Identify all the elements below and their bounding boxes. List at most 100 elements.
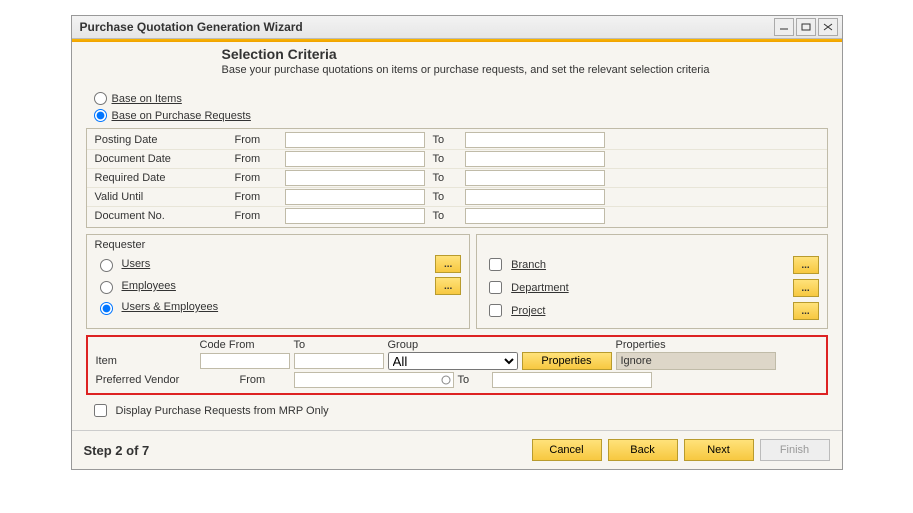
close-button[interactable] bbox=[818, 18, 838, 36]
base-on-requests-radio[interactable] bbox=[94, 109, 107, 122]
from-label: From bbox=[235, 172, 285, 184]
to-label: To bbox=[425, 172, 465, 184]
from-label: From bbox=[235, 191, 285, 203]
from-label: From bbox=[235, 134, 285, 146]
base-on-items-label: Base on Items bbox=[112, 93, 182, 105]
to-label: To bbox=[425, 191, 465, 203]
row-posting-date: Posting Date From To bbox=[87, 131, 827, 150]
header-section: Selection Criteria Base your purchase qu… bbox=[72, 42, 842, 86]
page-subtitle: Base your purchase quotations on items o… bbox=[222, 64, 742, 76]
requester-panel: Requester Users ... Employees ... Users … bbox=[86, 234, 471, 329]
requester-users-row[interactable]: Users ... bbox=[95, 253, 462, 275]
branch-picker[interactable]: ... bbox=[793, 256, 819, 274]
finish-button: Finish bbox=[760, 439, 830, 461]
wizard-window: Purchase Quotation Generation Wizard Sel… bbox=[71, 15, 843, 470]
cancel-button[interactable]: Cancel bbox=[532, 439, 602, 461]
base-on-items-radio[interactable] bbox=[94, 92, 107, 105]
department-picker[interactable]: ... bbox=[793, 279, 819, 297]
branch-checkbox[interactable] bbox=[489, 258, 502, 271]
vendor-label: Preferred Vendor bbox=[96, 374, 236, 386]
hdr-group: Group bbox=[388, 339, 518, 351]
row-required-date: Required Date From To bbox=[87, 169, 827, 188]
department-label: Department bbox=[511, 282, 786, 294]
date-filter-panel: Posting Date From To Document Date From … bbox=[86, 128, 828, 228]
item-row: Item All Properties Ignore bbox=[92, 351, 822, 371]
properties-button[interactable]: Properties bbox=[522, 352, 612, 370]
dimensions-panel: Branch ... Department ... Project ... bbox=[476, 234, 827, 329]
vendor-from-input[interactable] bbox=[294, 372, 454, 388]
employees-picker[interactable]: ... bbox=[435, 277, 461, 295]
window-controls bbox=[774, 18, 838, 36]
project-row[interactable]: Project ... bbox=[485, 299, 818, 322]
vendor-from-wrap bbox=[294, 372, 454, 388]
page-title: Selection Criteria bbox=[222, 46, 822, 62]
next-button[interactable]: Next bbox=[684, 439, 754, 461]
content-area: Base on Items Base on Purchase Requests … bbox=[72, 86, 842, 430]
base-on-requests-row[interactable]: Base on Purchase Requests bbox=[86, 107, 828, 124]
to-label: To bbox=[425, 210, 465, 222]
branch-row[interactable]: Branch ... bbox=[485, 253, 818, 276]
requester-users-radio[interactable] bbox=[100, 259, 113, 272]
document-date-from-input[interactable] bbox=[285, 151, 425, 167]
titlebar: Purchase Quotation Generation Wizard bbox=[72, 16, 842, 39]
posting-date-to-input[interactable] bbox=[465, 132, 605, 148]
item-group-select[interactable]: All bbox=[388, 352, 518, 370]
mid-panels: Requester Users ... Employees ... Users … bbox=[86, 234, 828, 329]
vendor-from-label: From bbox=[240, 374, 290, 386]
from-label: From bbox=[235, 153, 285, 165]
project-picker[interactable]: ... bbox=[793, 302, 819, 320]
footer-buttons: Cancel Back Next Finish bbox=[532, 439, 830, 461]
base-on-requests-text: Base on Purchase Requests bbox=[112, 110, 251, 122]
maximize-icon bbox=[801, 23, 811, 31]
branch-label: Branch bbox=[511, 259, 786, 271]
required-date-from-input[interactable] bbox=[285, 170, 425, 186]
item-code-from-input[interactable] bbox=[200, 353, 290, 369]
label-posting-date: Posting Date bbox=[95, 134, 235, 146]
to-label: To bbox=[425, 134, 465, 146]
vendor-to-input[interactable] bbox=[492, 372, 652, 388]
label-document-no: Document No. bbox=[95, 210, 235, 222]
required-date-to-input[interactable] bbox=[465, 170, 605, 186]
document-date-to-input[interactable] bbox=[465, 151, 605, 167]
document-no-to-input[interactable] bbox=[465, 208, 605, 224]
valid-until-to-input[interactable] bbox=[465, 189, 605, 205]
base-on-requests-label: Base on Purchase Requests bbox=[112, 110, 251, 122]
mrp-row[interactable]: Display Purchase Requests from MRP Only bbox=[86, 395, 828, 424]
users-picker[interactable]: ... bbox=[435, 255, 461, 273]
department-checkbox[interactable] bbox=[489, 281, 502, 294]
step-indicator: Step 2 of 7 bbox=[84, 443, 150, 458]
department-row[interactable]: Department ... bbox=[485, 276, 818, 299]
requester-both-row[interactable]: Users & Employees bbox=[95, 297, 462, 317]
hdr-code-from: Code From bbox=[200, 339, 290, 351]
hdr-properties: Properties bbox=[616, 339, 776, 351]
mrp-label: Display Purchase Requests from MRP Only bbox=[116, 405, 329, 417]
label-document-date: Document Date bbox=[95, 153, 235, 165]
window-title: Purchase Quotation Generation Wizard bbox=[76, 20, 303, 34]
minimize-button[interactable] bbox=[774, 18, 794, 36]
minimize-icon bbox=[779, 23, 789, 31]
item-label: Item bbox=[96, 355, 196, 367]
vendor-row: Preferred Vendor From To bbox=[92, 371, 822, 389]
base-on-items-row[interactable]: Base on Items bbox=[86, 90, 828, 107]
row-document-date: Document Date From To bbox=[87, 150, 827, 169]
document-no-from-input[interactable] bbox=[285, 208, 425, 224]
maximize-button[interactable] bbox=[796, 18, 816, 36]
requester-both-radio[interactable] bbox=[100, 302, 113, 315]
requester-employees-row[interactable]: Employees ... bbox=[95, 275, 462, 297]
posting-date-from-input[interactable] bbox=[285, 132, 425, 148]
valid-until-from-input[interactable] bbox=[285, 189, 425, 205]
choose-icon[interactable] bbox=[440, 374, 452, 389]
project-checkbox[interactable] bbox=[489, 304, 502, 317]
to-label: To bbox=[425, 153, 465, 165]
requester-both-label: Users & Employees bbox=[122, 301, 462, 313]
mrp-checkbox[interactable] bbox=[94, 404, 107, 417]
close-icon bbox=[823, 23, 833, 31]
requester-title: Requester bbox=[95, 239, 462, 251]
item-header-row: Code From To Group Properties bbox=[92, 339, 822, 351]
item-code-to-input[interactable] bbox=[294, 353, 384, 369]
properties-status: Ignore bbox=[616, 352, 776, 370]
back-button[interactable]: Back bbox=[608, 439, 678, 461]
from-label: From bbox=[235, 210, 285, 222]
requester-employees-radio[interactable] bbox=[100, 281, 113, 294]
requester-users-label: Users bbox=[122, 258, 430, 270]
